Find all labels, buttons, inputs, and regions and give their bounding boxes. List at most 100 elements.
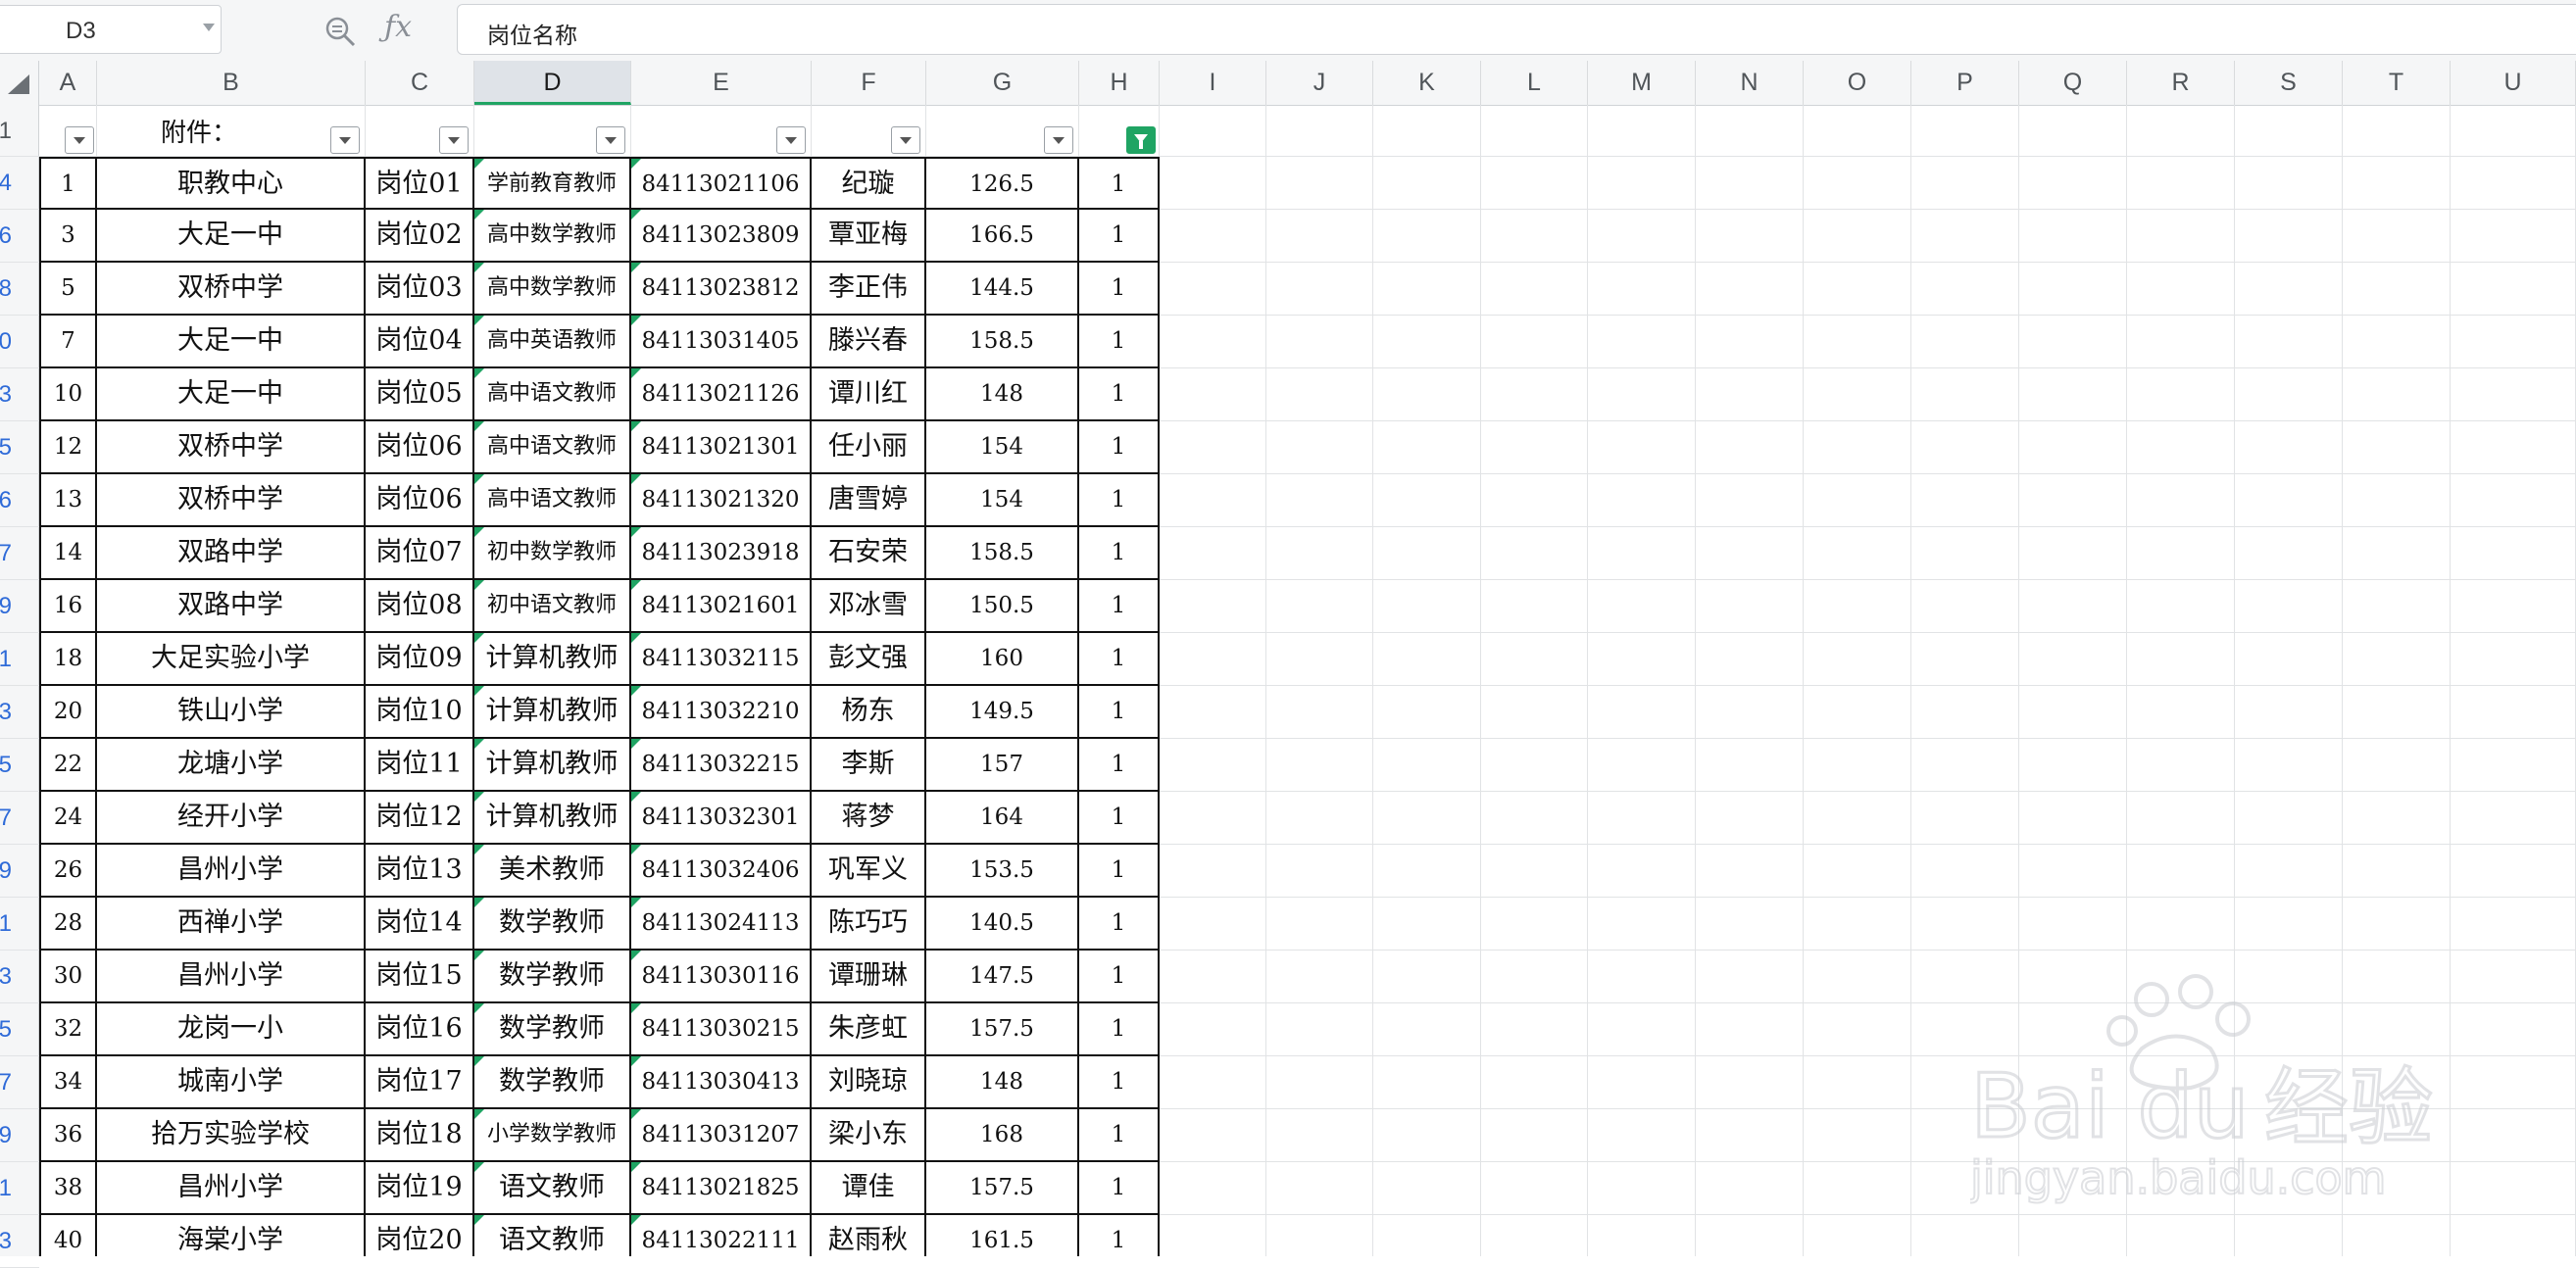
row-header[interactable]: 4 [0,157,39,210]
column-header-d[interactable]: D [474,61,631,105]
school-cell[interactable]: 龙塘小学 [97,739,366,792]
filter-dropdown-icon[interactable] [1044,126,1073,154]
exam-id-cell[interactable]: 84113032210 [631,686,812,739]
score-cell[interactable]: 154 [926,421,1079,474]
position-code-cell[interactable]: 岗位19 [366,1162,474,1215]
exam-id-cell[interactable]: 84113032215 [631,739,812,792]
score-cell[interactable]: 161.5 [926,1215,1079,1256]
column-header-j[interactable]: J [1266,61,1373,105]
count-cell[interactable]: 1 [1079,633,1160,686]
serial-number-cell[interactable]: 16 [39,580,97,633]
score-cell[interactable]: 149.5 [926,686,1079,739]
row-header[interactable]: 21 [0,633,39,686]
position-code-cell[interactable]: 岗位10 [366,686,474,739]
school-cell[interactable]: 城南小学 [97,1056,366,1109]
row-header[interactable]: 1 [0,105,39,157]
position-code-cell[interactable]: 岗位18 [366,1109,474,1162]
count-cell[interactable]: 1 [1079,951,1160,1003]
row-header[interactable]: 15 [0,421,39,474]
count-cell[interactable]: 1 [1079,580,1160,633]
position-code-cell[interactable]: 岗位09 [366,633,474,686]
school-cell[interactable]: 昌州小学 [97,1162,366,1215]
count-cell[interactable]: 1 [1079,1215,1160,1256]
row-header[interactable]: 33 [0,951,39,1003]
column-header-e[interactable]: E [631,61,812,105]
candidate-name-cell[interactable]: 杨东 [812,686,926,739]
column-header-u[interactable]: U [2451,61,2576,105]
candidate-name-cell[interactable]: 彭文强 [812,633,926,686]
candidate-name-cell[interactable]: 谭川红 [812,368,926,421]
school-cell[interactable]: 大足一中 [97,368,366,421]
row-header[interactable]: 17 [0,527,39,580]
column-header-m[interactable]: M [1588,61,1696,105]
row-header[interactable]: 10 [0,316,39,368]
position-code-cell[interactable]: 岗位12 [366,792,474,845]
row-header[interactable]: 27 [0,792,39,845]
column-header-k[interactable]: K [1373,61,1481,105]
exam-id-cell[interactable]: 84113030413 [631,1056,812,1109]
score-cell[interactable]: 148 [926,368,1079,421]
count-cell[interactable]: 1 [1079,474,1160,527]
exam-id-cell[interactable]: 84113021126 [631,368,812,421]
position-name-cell[interactable]: 语文教师 [474,1162,631,1215]
candidate-name-cell[interactable]: 李斯 [812,739,926,792]
row-header[interactable]: 39 [0,1109,39,1162]
school-cell[interactable]: 拾万实验学校 [97,1109,366,1162]
candidate-name-cell[interactable]: 石安荣 [812,527,926,580]
column-header-s[interactable]: S [2235,61,2343,105]
position-code-cell[interactable]: 岗位01 [366,157,474,210]
serial-number-cell[interactable]: 34 [39,1056,97,1109]
column-header-q[interactable]: Q [2019,61,2127,105]
filter-dropdown-icon[interactable] [330,126,360,154]
school-cell[interactable]: 双路中学 [97,527,366,580]
serial-number-cell[interactable]: 12 [39,421,97,474]
candidate-name-cell[interactable]: 陈巧巧 [812,898,926,951]
position-name-cell[interactable]: 小学数学教师 [474,1109,631,1162]
count-cell[interactable]: 1 [1079,1162,1160,1215]
candidate-name-cell[interactable]: 任小丽 [812,421,926,474]
candidate-name-cell[interactable]: 纪璇 [812,157,926,210]
column-header-p[interactable]: P [1911,61,2019,105]
position-name-cell[interactable]: 数学教师 [474,898,631,951]
column-header-l[interactable]: L [1481,61,1588,105]
count-cell[interactable]: 1 [1079,739,1160,792]
serial-number-cell[interactable]: 5 [39,263,97,316]
school-cell[interactable]: 双桥中学 [97,421,366,474]
school-cell[interactable]: 铁山小学 [97,686,366,739]
exam-id-cell[interactable]: 84113021825 [631,1162,812,1215]
position-code-cell[interactable]: 岗位05 [366,368,474,421]
score-cell[interactable]: 158.5 [926,316,1079,368]
count-cell[interactable]: 1 [1079,368,1160,421]
serial-number-cell[interactable]: 28 [39,898,97,951]
count-cell[interactable]: 1 [1079,316,1160,368]
position-name-cell[interactable]: 高中语文教师 [474,474,631,527]
score-cell[interactable]: 140.5 [926,898,1079,951]
score-cell[interactable]: 166.5 [926,210,1079,263]
score-cell[interactable]: 158.5 [926,527,1079,580]
score-cell[interactable]: 126.5 [926,157,1079,210]
school-cell[interactable]: 大足一中 [97,316,366,368]
position-name-cell[interactable]: 美术教师 [474,845,631,898]
candidate-name-cell[interactable]: 巩军义 [812,845,926,898]
score-cell[interactable]: 144.5 [926,263,1079,316]
filter-dropdown-icon[interactable] [596,126,625,154]
candidate-name-cell[interactable]: 滕兴春 [812,316,926,368]
score-cell[interactable]: 147.5 [926,951,1079,1003]
score-cell[interactable]: 150.5 [926,580,1079,633]
row-header[interactable]: 37 [0,1056,39,1109]
column-header-b[interactable]: B [97,61,366,105]
position-name-cell[interactable]: 高中语文教师 [474,421,631,474]
serial-number-cell[interactable]: 40 [39,1215,97,1256]
serial-number-cell[interactable]: 32 [39,1003,97,1056]
column-header-i[interactable]: I [1160,61,1266,105]
row-header[interactable]: 19 [0,580,39,633]
name-box[interactable]: D3 [0,5,222,54]
exam-id-cell[interactable]: 84113030116 [631,951,812,1003]
column-header-g[interactable]: G [926,61,1079,105]
serial-number-cell[interactable]: 10 [39,368,97,421]
candidate-name-cell[interactable]: 谭佳 [812,1162,926,1215]
position-name-cell[interactable]: 数学教师 [474,951,631,1003]
position-code-cell[interactable]: 岗位02 [366,210,474,263]
position-code-cell[interactable]: 岗位06 [366,474,474,527]
school-cell[interactable]: 龙岗一小 [97,1003,366,1056]
